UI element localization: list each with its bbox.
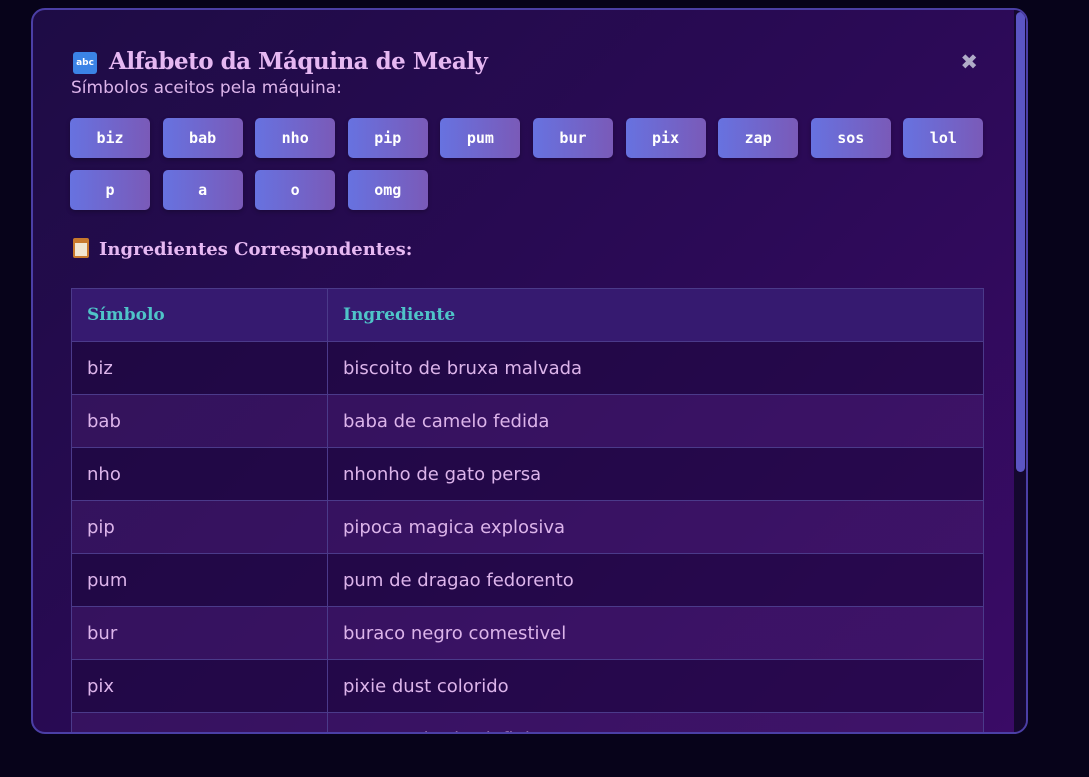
symbol-button-sos[interactable]: sos xyxy=(810,118,891,158)
ingredients-heading-label: Ingredientes Correspondentes: xyxy=(99,239,413,260)
ingredient-cell: pum de dragao fedorento xyxy=(327,553,984,607)
ingredients-heading: Ingredientes Correspondentes: xyxy=(73,238,412,266)
symbol-cell: pix xyxy=(71,659,328,713)
symbol-button-p[interactable]: p xyxy=(70,170,150,210)
symbol-cell: bur xyxy=(71,606,328,660)
symbol-button-zap[interactable]: zap xyxy=(718,118,799,158)
symbol-cell: pum xyxy=(71,553,328,607)
symbol-button-bab[interactable]: bab xyxy=(162,118,243,158)
table-row: pix pixie dust colorido xyxy=(71,659,984,713)
symbol-button-a[interactable]: a xyxy=(162,170,243,210)
symbol-button-pip[interactable]: pip xyxy=(347,118,428,158)
ingredient-cell: pipoca magica explosiva xyxy=(327,500,984,554)
ingredient-cell: baba de camelo fedida xyxy=(327,394,984,448)
table-row: bur buraco negro comestivel xyxy=(71,606,984,660)
table-row: zapzapzap eletrico infinito xyxy=(71,712,984,732)
symbol-button-bur[interactable]: bur xyxy=(532,118,613,158)
modal-title: Alfabeto da Máquina de Mealy xyxy=(109,48,488,75)
ingredient-cell: nhonho de gato persa xyxy=(327,447,984,501)
symbol-cell: biz xyxy=(71,341,328,395)
ingredient-cell: buraco negro comestivel xyxy=(327,606,984,660)
symbol-cell: nho xyxy=(71,447,328,501)
symbol-cell: pip xyxy=(71,500,328,554)
ingredients-table: Símbolo Ingrediente biz biscoito de bruxa… xyxy=(71,288,984,732)
clipboard-icon xyxy=(73,238,89,258)
table-row: bab baba de camelo fedida xyxy=(71,394,984,448)
symbol-cell: zap xyxy=(71,712,328,732)
symbol-list: biz bab nho pip pum bur pix zap sos lol p a o omg xyxy=(70,118,990,210)
symbol-button-omg[interactable]: omg xyxy=(347,170,428,210)
table-row: pip pipoca magica explosiva xyxy=(71,500,984,554)
symbol-button-o[interactable]: o xyxy=(255,170,336,210)
symbol-button-pix[interactable]: pix xyxy=(625,118,706,158)
symbol-cell: bab xyxy=(71,394,328,448)
ingredient-cell: pixie dust colorido xyxy=(327,659,984,713)
table-row: nho nhonho de gato persa xyxy=(71,447,984,501)
ingredient-cell: biscoito de bruxa malvada xyxy=(327,341,984,395)
scrollbar-thumb[interactable] xyxy=(1016,12,1025,472)
table-row: pum pum de dragao fedorento xyxy=(71,553,984,607)
ingredient-cell: zapzap eletrico infinito xyxy=(327,712,984,732)
symbols-subtitle: Símbolos aceitos pela máquina: xyxy=(71,78,342,98)
table-row: biz biscoito de bruxa malvada xyxy=(71,341,984,395)
close-icon[interactable]: ✖ xyxy=(960,50,978,74)
column-header-ingredient: Ingrediente xyxy=(327,288,984,342)
table-header-row: Símbolo Ingrediente xyxy=(71,288,984,342)
symbol-button-lol[interactable]: lol xyxy=(903,118,984,158)
symbol-button-nho[interactable]: nho xyxy=(255,118,336,158)
abc-icon: abc xyxy=(73,52,97,74)
modal-scrollbar[interactable] xyxy=(1014,10,1026,732)
symbol-button-pum[interactable]: pum xyxy=(440,118,521,158)
symbol-button-biz[interactable]: biz xyxy=(70,118,150,158)
alphabet-modal: abc Alfabeto da Máquina de Mealy ✖ Símbo… xyxy=(31,8,1028,734)
column-header-symbol: Símbolo xyxy=(71,288,328,342)
ingredients-table-wrap: Símbolo Ingrediente biz biscoito de bruxa… xyxy=(71,288,984,732)
